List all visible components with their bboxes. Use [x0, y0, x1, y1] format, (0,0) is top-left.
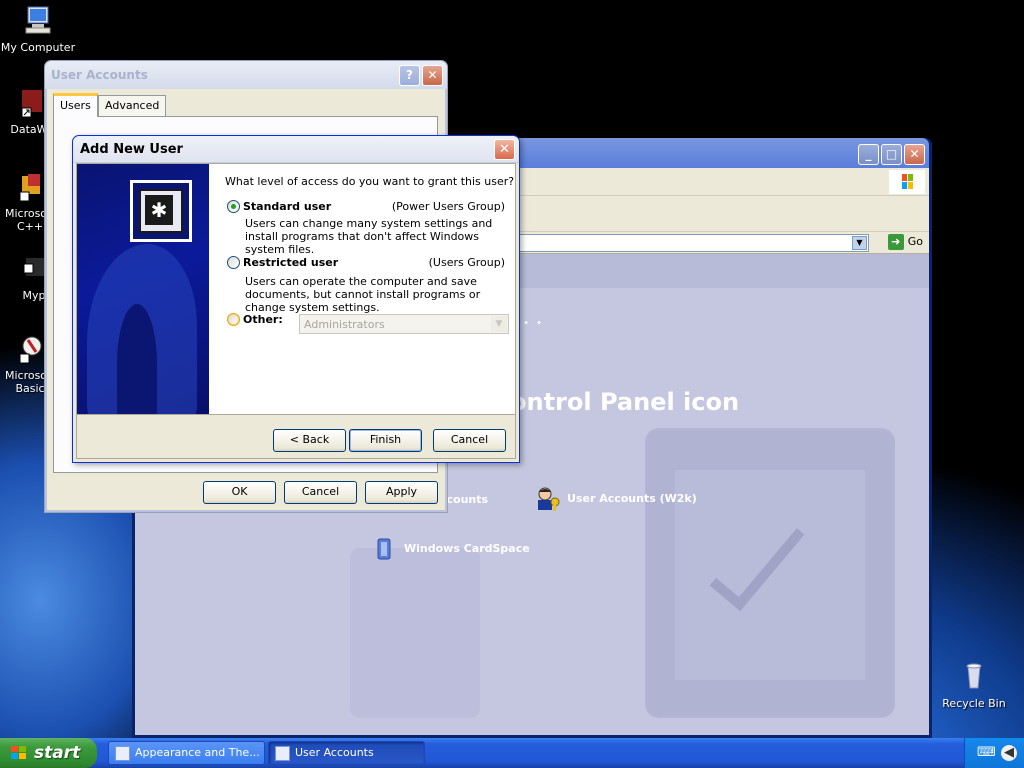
- apply-button[interactable]: Apply: [365, 481, 438, 504]
- address-input[interactable]: ▼: [515, 234, 869, 252]
- standard-user-description: Users can change many system settings an…: [245, 217, 493, 256]
- add-new-user-dialog: Add New User ✕ ✱ What level of access do…: [72, 135, 520, 463]
- desktop: My Computer DataWa Microsoft C++ Myp Mic…: [0, 0, 1024, 738]
- restricted-user-radio[interactable]: [227, 256, 240, 269]
- start-button[interactable]: start: [0, 738, 97, 768]
- other-radio[interactable]: [227, 313, 240, 326]
- taskbar-item-user-accounts[interactable]: User Accounts: [268, 741, 425, 765]
- wizard-side-image: ✱: [77, 164, 209, 414]
- maximize-button[interactable]: □: [881, 144, 902, 165]
- user-accounts-titlebar[interactable]: User Accounts ? ✕: [45, 61, 447, 89]
- pick-icon-heading: ontrol Panel icon: [510, 388, 740, 416]
- tab-users[interactable]: Users: [53, 93, 98, 117]
- standard-user-radio[interactable]: [227, 200, 240, 213]
- chevron-down-icon[interactable]: ▼: [491, 316, 507, 332]
- taskbar-item-appearance[interactable]: Appearance and The...: [108, 741, 265, 765]
- back-arrow-icon[interactable]: ◀: [1001, 745, 1017, 761]
- keyboard-icon[interactable]: ⌨: [977, 745, 996, 761]
- cp-item-windows-cardspace[interactable]: Windows CardSpace: [372, 536, 530, 562]
- other-group-select[interactable]: Administrators ▼: [299, 314, 509, 334]
- standard-user-group: (Power Users Group): [391, 200, 505, 213]
- go-label: Go: [907, 235, 923, 248]
- taskbar-item-label: Appearance and The...: [135, 746, 260, 759]
- watermark-graphic: [350, 548, 480, 718]
- access-level-form: What level of access do you want to gran…: [209, 164, 515, 414]
- close-button[interactable]: ✕: [494, 139, 515, 160]
- recycle-bin-icon: [966, 663, 982, 689]
- cp-item-label: Windows CardSpace: [404, 542, 530, 555]
- cp-item-label: User Accounts (W2k): [567, 492, 697, 505]
- tab-advanced[interactable]: Advanced: [98, 95, 167, 116]
- finish-button[interactable]: Finish: [349, 429, 422, 452]
- start-label: start: [34, 743, 81, 763]
- cardspace-icon: [377, 538, 391, 560]
- cp-item-user-accounts-w2k[interactable]: User Accounts (W2k): [535, 486, 697, 512]
- minimize-button[interactable]: _: [858, 144, 879, 165]
- restricted-user-label[interactable]: Restricted user: [243, 256, 338, 269]
- standard-user-label[interactable]: Standard user: [243, 200, 331, 213]
- user-accounts-icon: [275, 746, 290, 761]
- back-button[interactable]: < Back: [273, 429, 346, 452]
- chevron-down-icon[interactable]: ▼: [852, 236, 867, 250]
- wizard-button-bar: < Back Finish Cancel: [77, 414, 515, 458]
- other-group-value: Administrators: [304, 318, 385, 331]
- desktop-icon-my-computer[interactable]: My Computer: [0, 4, 76, 54]
- my-computer-icon: [25, 6, 51, 34]
- go-button[interactable]: ➜ Go: [887, 234, 923, 250]
- dialog-content: ✱ What level of access do you want to gr…: [76, 163, 516, 459]
- desktop-icon-label: Recycle Bin: [942, 697, 1006, 710]
- windows-logo-icon: [889, 170, 925, 194]
- help-button[interactable]: ?: [399, 65, 420, 86]
- restricted-user-group: (Users Group): [428, 256, 505, 269]
- add-new-user-titlebar[interactable]: Add New User ✕: [73, 136, 519, 163]
- close-button[interactable]: ✕: [422, 65, 443, 86]
- desktop-icon-label: My Computer: [0, 41, 76, 54]
- dialog-title: Add New User: [80, 142, 183, 157]
- ok-button[interactable]: OK: [203, 481, 276, 504]
- visual-cpp-icon: [19, 174, 40, 202]
- visual-basic-icon: [19, 336, 42, 364]
- user-accounts-w2k-icon: [538, 487, 560, 511]
- window-title: User Accounts: [51, 68, 148, 82]
- folder-window-icon: [115, 746, 130, 761]
- watermark-checklist-icon: [645, 428, 895, 718]
- go-arrow-icon: ➜: [887, 234, 904, 250]
- system-tray: ⌨ ◀: [964, 738, 1024, 768]
- other-label[interactable]: Other:: [243, 313, 283, 326]
- desktop-icon-recycle-bin[interactable]: Recycle Bin: [936, 660, 1012, 710]
- restricted-user-description: Users can operate the computer and save …: [245, 275, 481, 314]
- windows-flag-icon: [11, 746, 26, 759]
- key-icon: ✱: [130, 180, 192, 242]
- access-question: What level of access do you want to gran…: [225, 175, 515, 188]
- taskbar-item-label: User Accounts: [295, 746, 374, 759]
- close-button[interactable]: ✕: [904, 144, 925, 165]
- cancel-button[interactable]: Cancel: [433, 429, 506, 452]
- taskbar: start Appearance and The... User Account…: [0, 738, 1024, 768]
- cancel-button[interactable]: Cancel: [284, 481, 357, 504]
